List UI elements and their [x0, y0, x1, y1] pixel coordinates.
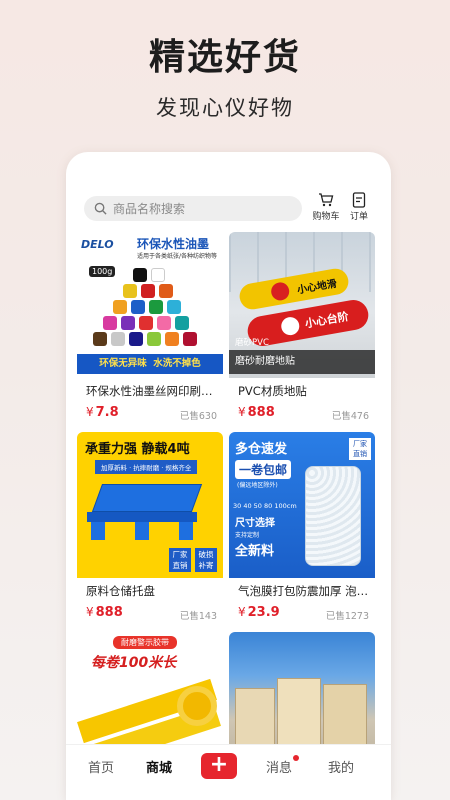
product-price: ¥888: [86, 605, 123, 620]
product-image: 多仓速发 一卷包邮 (偏远地区除外) 30 40 50 80 100cm 尺寸选…: [229, 432, 375, 578]
image-size-label: 尺寸选择: [235, 518, 275, 529]
product-image: DELO 环保水性油墨 适用于各类纸张/各种纺织物等 100g 环保无异味 水洗…: [77, 232, 223, 378]
brand-logo: DELO: [81, 238, 114, 251]
tab-mall[interactable]: 商城: [134, 757, 184, 776]
product-card[interactable]: DELO 环保水性油墨 适用于各类纸张/各种纺织物等 100g 环保无异味 水洗…: [77, 232, 223, 427]
image-badge: 厂家直销: [349, 438, 371, 460]
publish-button[interactable]: +: [201, 753, 237, 779]
cart-button[interactable]: 购物车: [311, 192, 341, 222]
pallet-graphic: [87, 484, 211, 544]
tab-messages-label: 消息: [265, 761, 292, 776]
image-sizes: 30 40 50 80 100cm: [233, 502, 297, 510]
sold-count: 已售630: [179, 411, 217, 422]
order-icon: [352, 192, 366, 208]
phone-frame: 购物车 订单 DELO 环保水性油墨 适用于各类纸张/各种纺织物等 100g: [66, 152, 391, 800]
search-row: 购物车 订单: [66, 192, 391, 226]
search-icon: [94, 202, 107, 215]
hero-title: 精选好货: [148, 37, 301, 78]
image-custom: 支持定制: [235, 532, 260, 539]
image-tag: 耐磨警示胶带: [113, 636, 177, 649]
image-banner: 环保无异味 水洗不掉色: [77, 354, 223, 374]
tab-profile[interactable]: 我的: [316, 757, 366, 776]
product-price: ¥23.9: [238, 605, 280, 620]
image-badge: 厂家直销: [169, 548, 191, 572]
order-button[interactable]: 订单: [344, 192, 374, 222]
image-headline: 承重力强 静载4吨: [85, 442, 190, 457]
order-label: 订单: [349, 212, 368, 222]
product-name: 环保水性油墨丝网印刷水性油墨: [86, 384, 218, 398]
search-bar[interactable]: [84, 196, 302, 221]
ink-pyramid: [91, 268, 211, 350]
cart-icon: [319, 193, 334, 207]
image-roll: 一卷包邮: [235, 460, 292, 479]
image-subline: 适用于各类纸张/各种纺织物等: [137, 253, 218, 260]
product-name: 气泡膜打包防震加厚 泡沫垫: [238, 584, 370, 598]
image-badge: 破损补寄: [195, 548, 217, 572]
product-name: PVC材质地贴: [238, 384, 307, 398]
image-headline: 环保水性油墨: [137, 237, 210, 251]
sign-yellow-text: 小心地滑: [296, 278, 338, 297]
product-image: 承重力强 静载4吨 加厚新料 · 抗摔耐磨 · 规格齐全 厂家直销 破损补寄: [77, 432, 223, 578]
image-subline: (偏远地区除外): [237, 482, 278, 489]
tab-home[interactable]: 首页: [76, 757, 126, 776]
image-headline: 每卷100米长: [91, 655, 177, 671]
hero-subtitle: 发现心仪好物: [156, 96, 294, 120]
product-card[interactable]: 多仓速发 一卷包邮 (偏远地区除外) 30 40 50 80 100cm 尺寸选…: [229, 432, 375, 627]
product-price: ¥7.8: [86, 405, 119, 420]
warning-icon: [269, 281, 291, 302]
image-subline: 加厚新料 · 抗摔耐磨 · 规格齐全: [95, 460, 198, 474]
sold-count: 已售476: [331, 411, 369, 422]
image-caption: 磨砂耐磨地贴: [229, 350, 375, 374]
sold-count: 已售143: [179, 611, 217, 622]
cart-label: 购物车: [312, 212, 340, 222]
image-new-material: 全新料: [235, 544, 275, 559]
image-tag: 磨砂PVC: [235, 338, 269, 348]
warning-icon: [279, 315, 301, 337]
search-input[interactable]: [113, 201, 293, 216]
unread-dot: [293, 755, 299, 761]
product-card[interactable]: 承重力强 静载4吨 加厚新料 · 抗摔耐磨 · 规格齐全 厂家直销 破损补寄 原…: [77, 432, 223, 627]
product-name: 原料仓储托盘: [86, 584, 155, 598]
sold-count: 已售1273: [325, 611, 369, 622]
product-image: 小心地滑 小心台阶 磨砂PVC 磨砂耐磨地贴: [229, 232, 375, 378]
product-price: ¥888: [238, 405, 275, 420]
image-headline: 多仓速发: [235, 442, 288, 457]
bubble-roll: [305, 466, 361, 566]
tab-messages[interactable]: 消息: [254, 755, 304, 776]
bottom-tab-bar: 首页 商城 + 消息 我的: [66, 744, 391, 800]
product-card[interactable]: 小心地滑 小心台阶 磨砂PVC 磨砂耐磨地贴 PVC材质地贴 ¥888 已售47…: [229, 232, 375, 427]
sign-red-text: 小心台阶: [304, 309, 350, 331]
